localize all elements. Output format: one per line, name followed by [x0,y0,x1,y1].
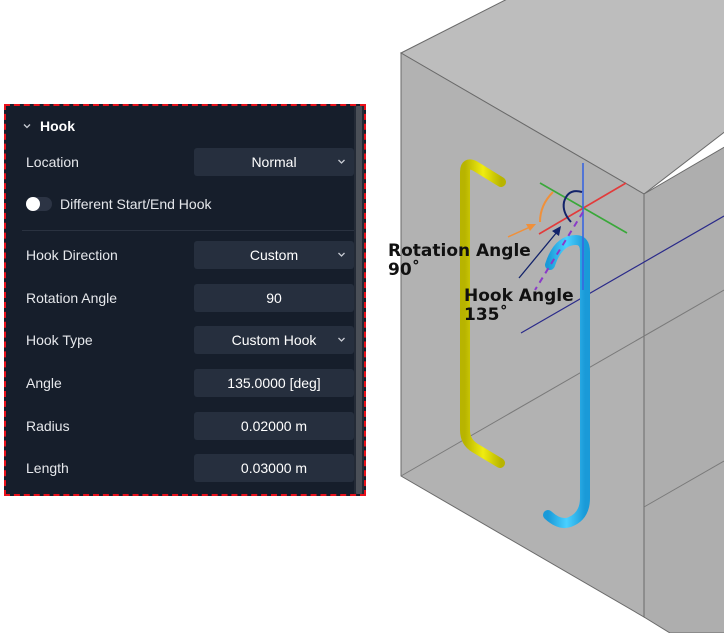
length-row: Length 0.03000 m [6,454,354,482]
hook-angle-annotation-value: 135˚ [464,305,508,325]
hook-direction-label: Hook Direction [26,247,118,263]
chevron-down-icon [338,252,345,257]
block-right-face [643,146,724,633]
hook-type-value: Custom Hook [231,332,317,348]
location-row: Location Normal [6,148,354,176]
different-start-end-hook-row: Different Start/End Hook [6,190,354,218]
section-title: Hook [40,118,75,134]
rotation-angle-label: Rotation Angle [26,290,118,306]
chevron-down-icon [338,337,345,342]
chevron-down-icon [338,159,345,164]
hook-angle-annotation: Hook Angle 135˚ [464,287,574,325]
toggle-knob [26,197,40,211]
rotation-angle-value: 90 [266,290,282,306]
hook-angle-annotation-label: Hook Angle [464,286,574,306]
radius-row: Radius 0.02000 m [6,412,354,440]
location-label: Location [26,154,79,170]
length-value: 0.03000 m [240,460,308,476]
panel-content: Hook Location Normal Different Start/End… [6,106,354,494]
3d-viewport[interactable]: Rotation Angle 90˚ Hook Angle 135˚ [380,0,724,633]
rotation-angle-input[interactable]: 90 [194,284,354,312]
radius-label: Radius [26,418,70,434]
angle-label: Angle [26,375,62,391]
different-start-end-hook-label: Different Start/End Hook [60,196,212,212]
location-select[interactable]: Normal [194,148,354,176]
radius-value: 0.02000 m [240,418,308,434]
hook-properties-panel: Hook Location Normal Different Start/End… [4,104,366,496]
rotation-angle-annotation-label: Rotation Angle [388,241,531,261]
hook-direction-row: Hook Direction Custom [6,241,354,269]
rotation-angle-annotation-value: 90˚ [388,260,421,280]
hook-direction-value: Custom [249,247,299,263]
angle-row: Angle 135.0000 [deg] [6,369,354,397]
rotation-angle-row: Rotation Angle 90 [6,284,354,312]
location-value: Normal [251,154,297,170]
hook-direction-select[interactable]: Custom [194,241,354,269]
scrollbar-thumb[interactable] [356,106,362,494]
length-label: Length [26,460,69,476]
section-divider [22,230,354,231]
hook-type-label: Hook Type [26,332,93,348]
different-start-end-hook-toggle[interactable] [26,197,52,211]
chevron-down-icon[interactable] [22,121,32,131]
hook-section-header[interactable]: Hook [22,116,75,136]
panel-scrollbar[interactable] [354,106,364,494]
angle-input[interactable]: 135.0000 [deg] [194,369,354,397]
angle-value: 135.0000 [deg] [227,375,321,391]
hook-type-select[interactable]: Custom Hook [194,326,354,354]
length-input[interactable]: 0.03000 m [194,454,354,482]
radius-input[interactable]: 0.02000 m [194,412,354,440]
rotation-angle-annotation: Rotation Angle 90˚ [388,242,531,280]
hook-type-row: Hook Type Custom Hook [6,326,354,354]
